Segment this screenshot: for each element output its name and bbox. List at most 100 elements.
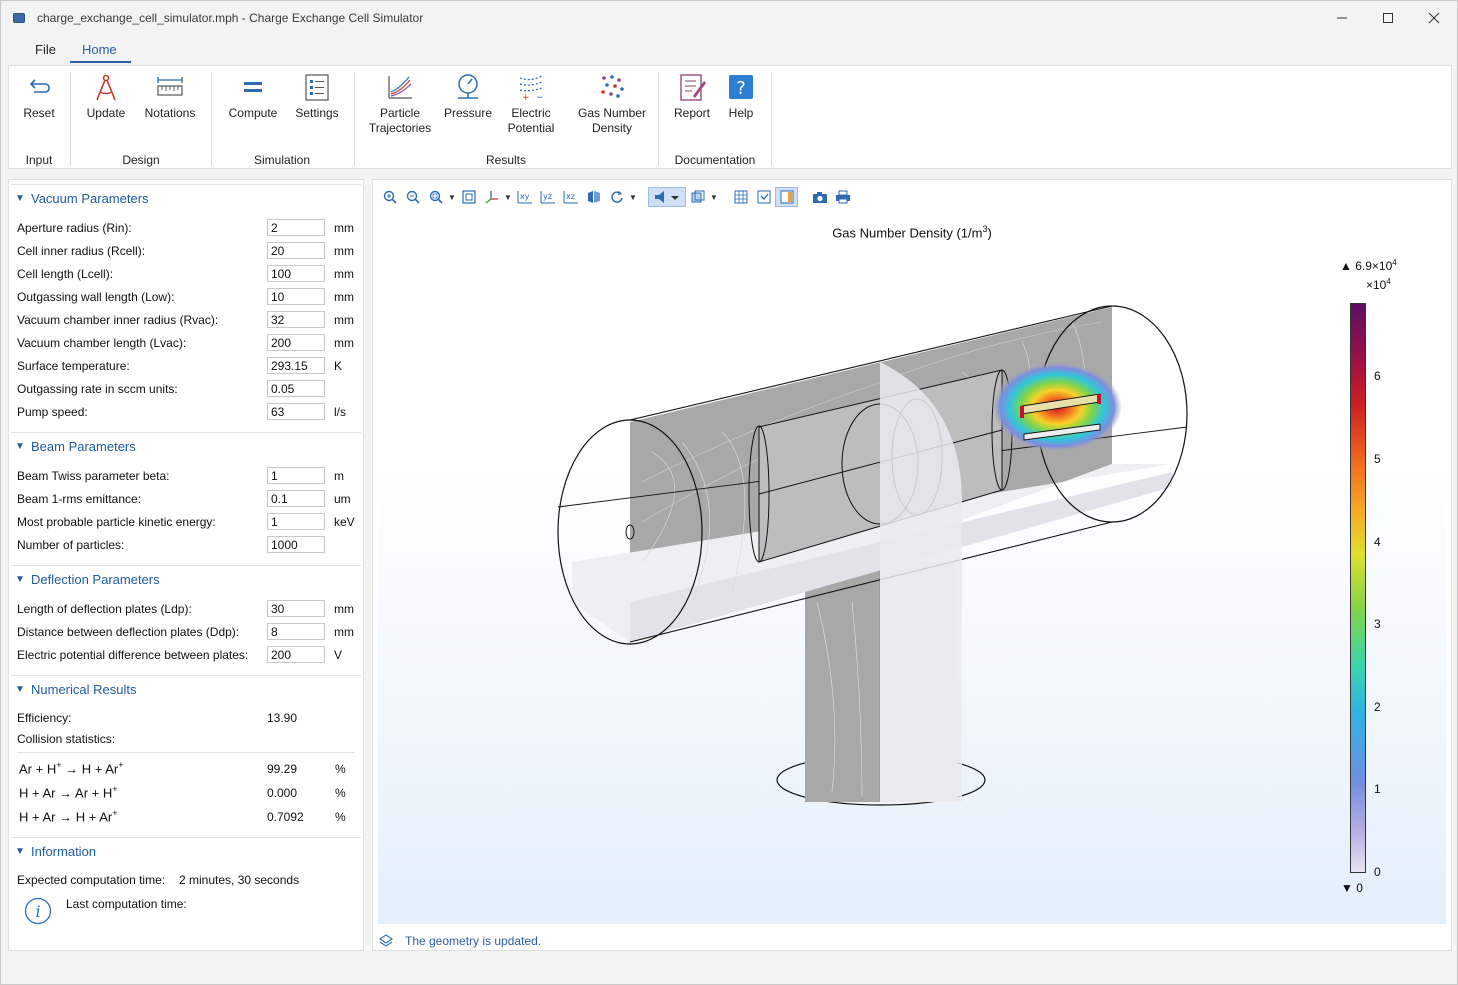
axes-icon xyxy=(485,191,498,204)
svg-text:xy: xy xyxy=(520,192,530,201)
efficiency-row: Efficiency: 13.90 xyxy=(17,709,361,729)
vacuum-chamber-length-input[interactable] xyxy=(267,334,325,351)
compute-button[interactable]: Compute xyxy=(222,72,284,121)
chevron-down-icon[interactable]: ▼ xyxy=(503,187,513,207)
param-row-cell-inner-radius: Cell inner radius (Rcell): mm xyxy=(17,242,361,262)
beam-emittance-input[interactable] xyxy=(267,490,325,507)
tab-home[interactable]: Home xyxy=(69,37,131,63)
section-numerical-results[interactable]: ▼ Numerical Results xyxy=(9,679,355,699)
select-objects-button[interactable] xyxy=(752,187,775,207)
chevron-down-icon[interactable]: ▼ xyxy=(709,187,719,207)
reset-button[interactable]: Reset xyxy=(17,72,61,121)
param-row-cell-length: Cell length (Lcell): mm xyxy=(17,265,361,285)
tab-file[interactable]: File xyxy=(1,37,70,63)
minimize-icon xyxy=(1337,17,1347,19)
select-objects-icon xyxy=(757,190,770,204)
close-button[interactable] xyxy=(1411,1,1457,35)
help-button[interactable]: ? Help xyxy=(721,72,761,121)
print-button[interactable] xyxy=(831,187,854,207)
reaction-value: 0.000 xyxy=(267,786,298,800)
ribbon-divider xyxy=(771,72,772,166)
minimize-button[interactable] xyxy=(1319,1,1365,35)
help-icon: ? xyxy=(729,75,753,99)
deflection-plate-distance-input[interactable] xyxy=(267,623,325,640)
particle-trajectories-button[interactable]: Particle Trajectories xyxy=(365,72,435,136)
section-beam-parameters[interactable]: ▼ Beam Parameters xyxy=(9,436,355,456)
screenshot-button[interactable] xyxy=(808,187,831,207)
param-row-number-of-particles: Number of particles: xyxy=(17,536,361,556)
vacuum-chamber-inner-radius-input[interactable] xyxy=(267,311,325,328)
param-row-kinetic-energy: Most probable particle kinetic energy: k… xyxy=(17,513,361,533)
chevron-down-icon: ▼ xyxy=(15,573,25,585)
colorbar-max: ▲ 6.9×104 xyxy=(1340,258,1397,273)
number-of-particles-input[interactable] xyxy=(267,536,325,553)
reaction-equation: Ar + H+ → H + Ar+ xyxy=(19,760,124,776)
view-xz-button[interactable]: xz xyxy=(559,187,582,207)
reaction-value: 99.29 xyxy=(267,762,298,776)
section-information[interactable]: ▼ Information xyxy=(9,841,355,861)
zoom-box-button[interactable] xyxy=(424,187,447,207)
electric-potential-button[interactable]: + − Electric Potential xyxy=(501,72,561,136)
svg-text:xz: xz xyxy=(566,192,575,201)
transparency-button[interactable] xyxy=(686,187,709,207)
maximize-button[interactable] xyxy=(1365,1,1411,35)
settings-button[interactable]: Settings xyxy=(292,72,342,121)
pressure-button[interactable]: Pressure xyxy=(443,72,493,121)
graphics-canvas[interactable]: Gas Number Density (1/m3) ▲ 6.9×104 ×104… xyxy=(378,212,1446,924)
view-yz-button[interactable]: yz xyxy=(536,187,559,207)
outgassing-wall-length-input[interactable] xyxy=(267,288,325,305)
zoom-out-button[interactable] xyxy=(401,187,424,207)
chevron-down-icon[interactable]: ▼ xyxy=(628,187,638,207)
zoom-extents-button[interactable] xyxy=(457,187,480,207)
deflection-plate-length-input[interactable] xyxy=(267,600,325,617)
kinetic-energy-input[interactable] xyxy=(267,513,325,530)
cell-inner-radius-input[interactable] xyxy=(267,242,325,259)
axes-button[interactable] xyxy=(480,187,503,207)
lights-button[interactable] xyxy=(648,187,686,207)
reaction-lhs: Ar + H xyxy=(19,761,57,777)
section-deflection-parameters[interactable]: ▼ Deflection Parameters xyxy=(9,569,355,589)
param-unit: mm xyxy=(334,625,354,639)
update-button[interactable]: Update xyxy=(81,72,131,121)
notations-button[interactable]: Notations xyxy=(137,72,203,121)
last-time-row: Last computation time: xyxy=(66,895,363,915)
section-vacuum-parameters[interactable]: ▼ Vacuum Parameters xyxy=(9,188,355,208)
param-label: Surface temperature: xyxy=(17,359,130,373)
aperture-radius-input[interactable] xyxy=(267,219,325,236)
lights-icon xyxy=(655,191,679,203)
view-xy-button[interactable]: xy xyxy=(513,187,536,207)
colorbar-tick-label: 0 xyxy=(1374,865,1381,879)
gas-number-density-button[interactable]: Gas Number Density xyxy=(575,72,649,136)
chevron-down-icon[interactable]: ▼ xyxy=(447,187,457,207)
reaction-equation: H + Ar → H + Ar+ xyxy=(19,808,118,824)
rotate-button[interactable] xyxy=(605,187,628,207)
beam-twiss-beta-input[interactable] xyxy=(267,467,325,484)
param-unit: mm xyxy=(334,313,354,327)
param-row-vacuum-chamber-inner-radius: Vacuum chamber inner radius (Rvac): mm xyxy=(17,311,361,331)
zoom-in-button[interactable] xyxy=(378,187,401,207)
show-legends-button[interactable] xyxy=(775,187,798,207)
reaction-arrow: → xyxy=(59,809,73,825)
colorbar-scale: ×104 xyxy=(1366,277,1391,292)
surface-temperature-input[interactable] xyxy=(267,357,325,374)
svg-text:−: − xyxy=(536,93,544,102)
pump-speed-input[interactable] xyxy=(267,403,325,420)
report-button[interactable]: Report xyxy=(669,72,715,121)
menu-tabs: File Home xyxy=(1,37,131,63)
default-view-button[interactable] xyxy=(582,187,605,207)
model-3d-view xyxy=(557,305,1188,806)
zoom-box-icon xyxy=(429,190,443,204)
colorbar-min: ▼ 0 xyxy=(1341,881,1363,895)
outgassing-rate-input[interactable] xyxy=(267,380,325,397)
svg-text:i: i xyxy=(35,902,40,921)
status-bar: The geometry is updated. xyxy=(379,934,541,948)
grid-button[interactable] xyxy=(729,187,752,207)
section-title: Deflection Parameters xyxy=(31,571,160,587)
cell-length-input[interactable] xyxy=(267,265,325,282)
grid-icon xyxy=(734,190,747,204)
param-row-outgassing-wall-length: Outgassing wall length (Low): mm xyxy=(17,288,361,308)
param-unit: mm xyxy=(334,221,354,235)
potential-difference-input[interactable] xyxy=(267,646,325,663)
reaction-rhs: H + Ar xyxy=(81,761,119,777)
trajectories-icon xyxy=(388,76,412,99)
